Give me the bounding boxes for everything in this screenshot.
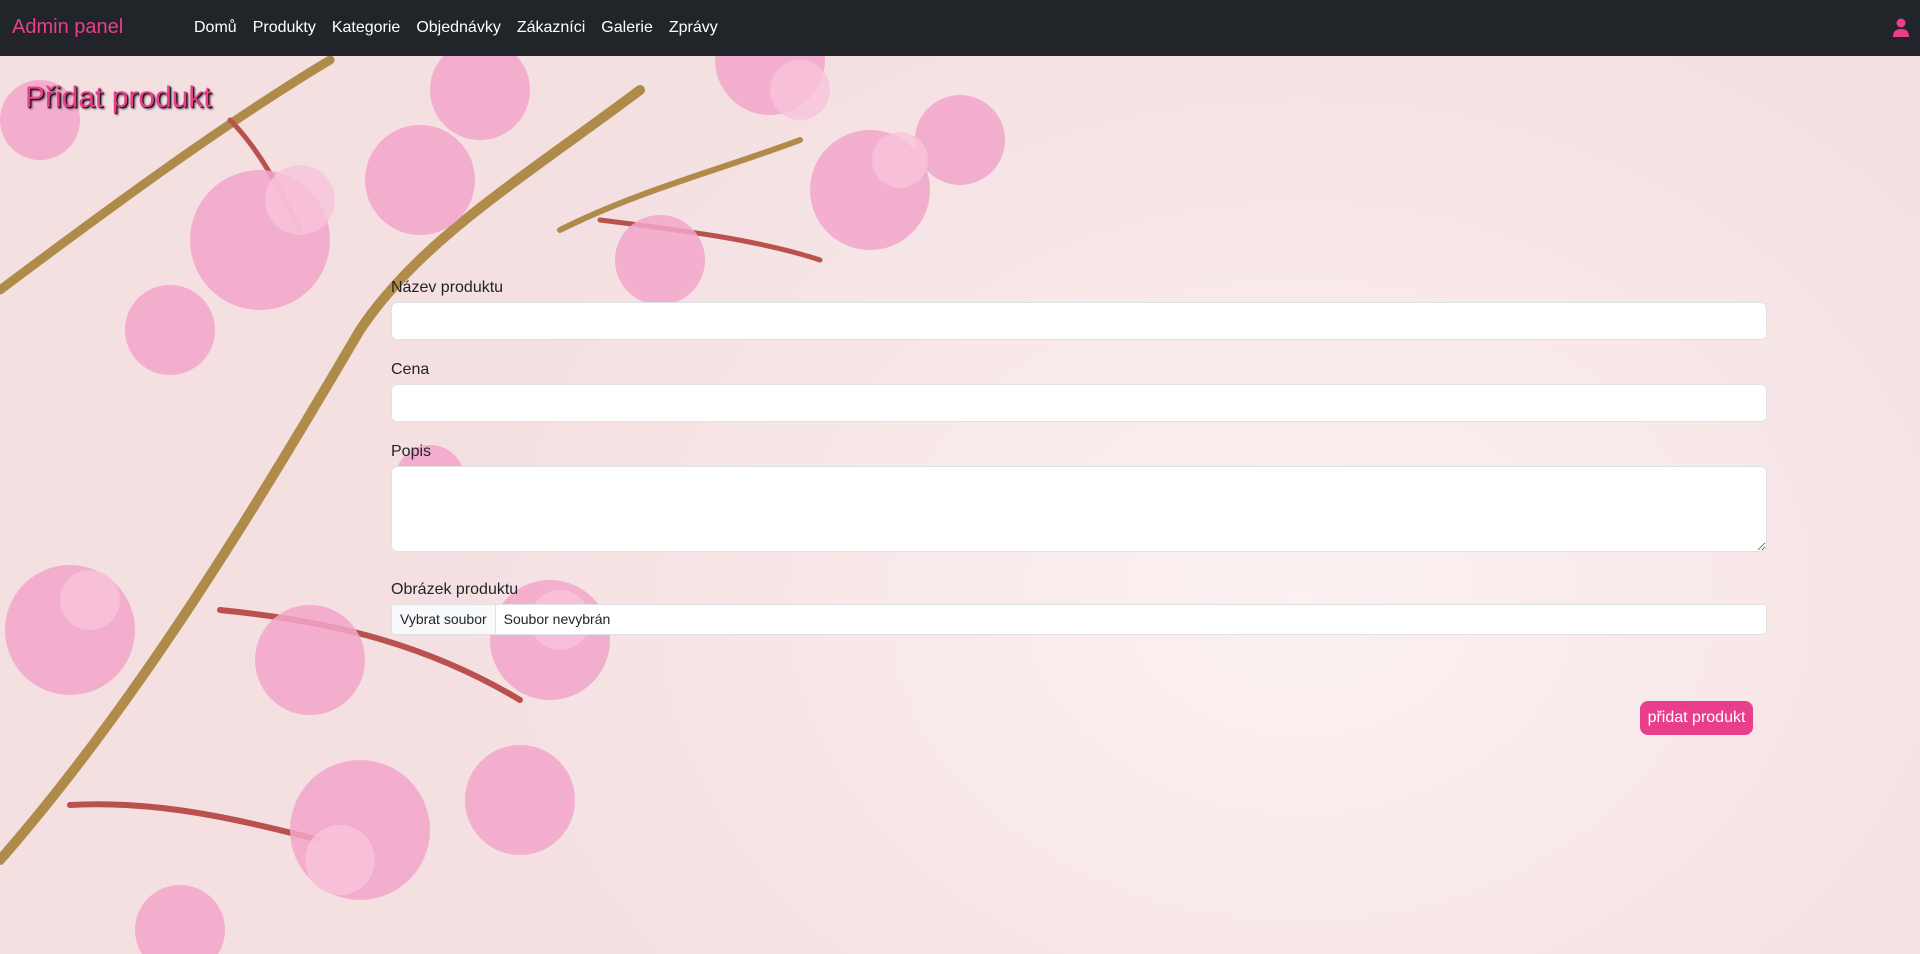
- nav-link-categories[interactable]: Kategorie: [324, 18, 409, 38]
- product-image-file-input[interactable]: Vybrat soubor Soubor nevybrán: [391, 604, 1767, 635]
- description-textarea[interactable]: [391, 466, 1767, 552]
- choose-file-button[interactable]: Vybrat soubor: [392, 605, 496, 634]
- user-icon[interactable]: [1892, 18, 1910, 38]
- image-group: Obrázek produktu Vybrat soubor Soubor ne…: [391, 578, 1767, 635]
- description-label: Popis: [391, 443, 432, 460]
- name-label: Název produktu: [391, 279, 504, 296]
- nav-link-customers[interactable]: Zákazníci: [509, 18, 593, 38]
- brand-link[interactable]: Admin panel: [12, 14, 123, 40]
- file-status: Soubor nevybrán: [503, 611, 611, 627]
- price-input[interactable]: [391, 384, 1767, 422]
- add-product-button[interactable]: přidat produkt: [1640, 701, 1753, 735]
- nav-link-home[interactable]: Domů: [186, 18, 245, 38]
- nav-link-gallery[interactable]: Galerie: [593, 18, 661, 38]
- submit-wrap: přidat produkt: [1640, 701, 1753, 735]
- description-group: Popis: [391, 440, 1767, 552]
- add-product-form: Název produktu Cena Popis Obrázek produk…: [391, 276, 1767, 653]
- name-group: Název produktu: [391, 276, 1767, 340]
- top-navbar: Admin panel Domů Produkty Kategorie Obje…: [0, 0, 1920, 56]
- nav-link-orders[interactable]: Objednávky: [408, 18, 509, 38]
- product-name-input[interactable]: [391, 302, 1767, 340]
- nav-link-messages[interactable]: Zprávy: [661, 18, 726, 38]
- nav-links: Domů Produkty Kategorie Objednávky Zákaz…: [186, 0, 726, 56]
- nav-link-products[interactable]: Produkty: [245, 18, 324, 38]
- price-label: Cena: [391, 361, 430, 378]
- price-group: Cena: [391, 358, 1767, 422]
- image-label: Obrázek produktu: [391, 581, 519, 598]
- page-title: Přidat produkt: [25, 81, 212, 114]
